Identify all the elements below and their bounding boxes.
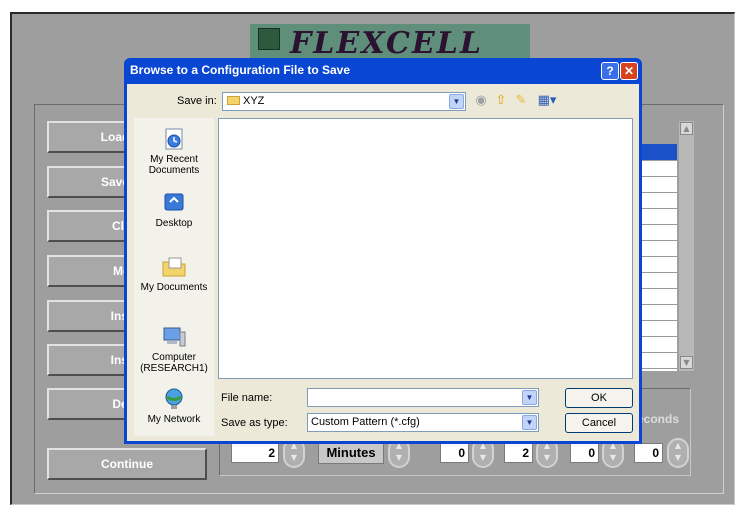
place-my-documents[interactable]: My Documents xyxy=(134,254,214,293)
help-button[interactable]: ? xyxy=(601,62,619,80)
place-network[interactable]: My Network xyxy=(134,386,214,425)
my-documents-icon xyxy=(162,257,186,277)
up-folder-icon[interactable]: ⇧ xyxy=(493,93,509,109)
timer-spinner-5[interactable]: ▲ ▼ xyxy=(667,438,689,468)
file-list[interactable] xyxy=(218,118,633,379)
desktop-icon xyxy=(164,193,184,211)
file-name-input[interactable]: ▼ xyxy=(307,388,539,407)
file-name-label: File name: xyxy=(221,392,273,404)
folder-icon xyxy=(227,96,240,105)
minutes-unit-label[interactable]: Minutes xyxy=(318,442,384,464)
place-desktop[interactable]: Desktop xyxy=(134,190,214,229)
ok-button[interactable]: OK xyxy=(565,388,633,408)
save-in-label: Save in: xyxy=(177,95,217,107)
dialog-body: Save in: XYZ ▼ ◉ ⇧ ✎ ▦▾ My Recent Docume… xyxy=(127,84,639,441)
computer-icon xyxy=(163,327,186,347)
chevron-down-icon[interactable]: ▼ xyxy=(449,94,464,109)
chevron-down-icon[interactable]: ▼ xyxy=(522,390,537,405)
places-bar: My Recent Documents Desktop My Documents… xyxy=(134,118,214,436)
scroll-down-icon[interactable]: ▼ xyxy=(680,356,693,369)
timer-value-4[interactable]: 0 xyxy=(570,443,599,463)
place-computer[interactable]: Computer (RESEARCH1) xyxy=(134,324,214,374)
new-folder-icon[interactable]: ✎ xyxy=(513,93,529,109)
chevron-down-icon[interactable]: ▼ xyxy=(522,415,537,430)
scroll-up-icon[interactable]: ▲ xyxy=(680,122,693,135)
timer-value-3[interactable]: 2 xyxy=(504,443,533,463)
dialog-title: Browse to a Configuration File to Save xyxy=(130,63,351,77)
grid-scrollbar[interactable]: ▲ ▼ xyxy=(679,121,694,371)
view-menu-icon[interactable]: ▦▾ xyxy=(535,93,559,109)
timer-value-1[interactable]: 2 xyxy=(231,443,279,463)
seconds-label: econds xyxy=(637,412,680,426)
close-button[interactable]: ✕ xyxy=(620,62,638,80)
continue-button[interactable]: Continue xyxy=(47,448,207,480)
save-in-value: XYZ xyxy=(243,95,265,107)
cancel-button[interactable]: Cancel xyxy=(565,413,633,433)
network-icon xyxy=(165,388,183,409)
logo-mark-icon xyxy=(258,28,280,50)
recent-documents-icon xyxy=(165,128,183,150)
timer-value-5[interactable]: 0 xyxy=(634,443,663,463)
back-icon[interactable]: ◉ xyxy=(473,93,489,109)
place-recent-documents[interactable]: My Recent Documents xyxy=(134,126,214,176)
save-as-type-select[interactable]: Custom Pattern (*.cfg) ▼ xyxy=(307,413,539,432)
save-dialog: Browse to a Configuration File to Save ?… xyxy=(124,58,642,444)
save-in-combo[interactable]: XYZ ▼ xyxy=(222,92,466,111)
timer-value-2[interactable]: 0 xyxy=(440,443,469,463)
save-as-type-label: Save as type: xyxy=(221,417,288,429)
logo-text: FLEXCELL xyxy=(290,26,483,61)
